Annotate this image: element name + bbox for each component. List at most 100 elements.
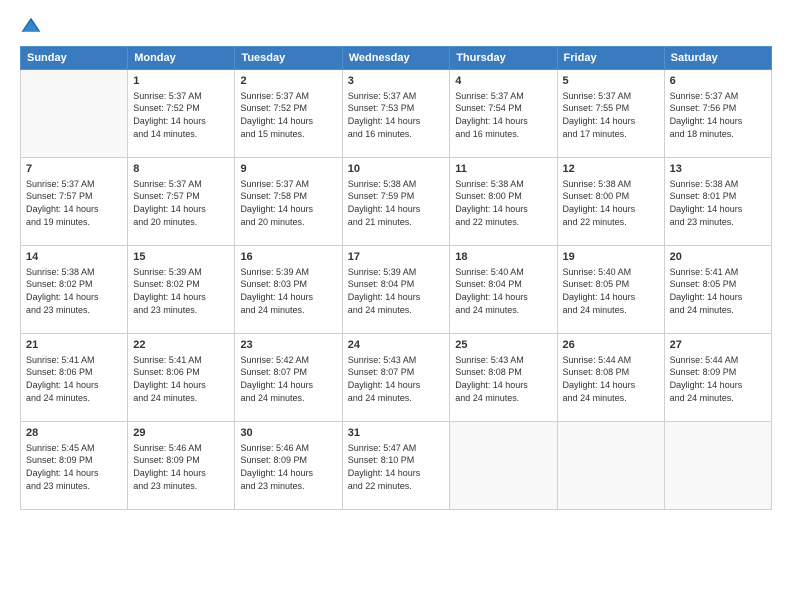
day-info: Sunrise: 5:37 AM Sunset: 7:52 PM Dayligh…: [240, 90, 336, 140]
weekday-header-row: SundayMondayTuesdayWednesdayThursdayFrid…: [21, 47, 772, 70]
day-info: Sunrise: 5:40 AM Sunset: 8:04 PM Dayligh…: [455, 266, 551, 316]
calendar-body: 1Sunrise: 5:37 AM Sunset: 7:52 PM Daylig…: [21, 70, 772, 510]
weekday-header-saturday: Saturday: [664, 47, 771, 70]
day-number: 5: [563, 74, 659, 89]
day-number: 10: [348, 162, 445, 177]
day-info: Sunrise: 5:39 AM Sunset: 8:03 PM Dayligh…: [240, 266, 336, 316]
day-info: Sunrise: 5:37 AM Sunset: 7:53 PM Dayligh…: [348, 90, 445, 140]
day-info: Sunrise: 5:42 AM Sunset: 8:07 PM Dayligh…: [240, 354, 336, 404]
day-info: Sunrise: 5:44 AM Sunset: 8:08 PM Dayligh…: [563, 354, 659, 404]
day-info: Sunrise: 5:47 AM Sunset: 8:10 PM Dayligh…: [348, 442, 445, 492]
day-number: 2: [240, 74, 336, 89]
header: [20, 16, 772, 38]
day-info: Sunrise: 5:38 AM Sunset: 7:59 PM Dayligh…: [348, 178, 445, 228]
weekday-header-sunday: Sunday: [21, 47, 128, 70]
day-number: 29: [133, 426, 229, 441]
calendar-day-cell: 29Sunrise: 5:46 AM Sunset: 8:09 PM Dayli…: [128, 422, 235, 510]
calendar-day-cell: 31Sunrise: 5:47 AM Sunset: 8:10 PM Dayli…: [342, 422, 450, 510]
day-number: 11: [455, 162, 551, 177]
calendar-week-row: 1Sunrise: 5:37 AM Sunset: 7:52 PM Daylig…: [21, 70, 772, 158]
day-number: 17: [348, 250, 445, 265]
day-info: Sunrise: 5:39 AM Sunset: 8:02 PM Dayligh…: [133, 266, 229, 316]
day-number: 18: [455, 250, 551, 265]
day-number: 31: [348, 426, 445, 441]
calendar-table: SundayMondayTuesdayWednesdayThursdayFrid…: [20, 46, 772, 510]
day-number: 27: [670, 338, 766, 353]
calendar-day-cell: 16Sunrise: 5:39 AM Sunset: 8:03 PM Dayli…: [235, 246, 342, 334]
day-info: Sunrise: 5:43 AM Sunset: 8:08 PM Dayligh…: [455, 354, 551, 404]
calendar-day-cell: 5Sunrise: 5:37 AM Sunset: 7:55 PM Daylig…: [557, 70, 664, 158]
calendar-week-row: 14Sunrise: 5:38 AM Sunset: 8:02 PM Dayli…: [21, 246, 772, 334]
day-number: 16: [240, 250, 336, 265]
weekday-header-monday: Monday: [128, 47, 235, 70]
calendar-day-cell: 10Sunrise: 5:38 AM Sunset: 7:59 PM Dayli…: [342, 158, 450, 246]
day-number: 22: [133, 338, 229, 353]
weekday-header-wednesday: Wednesday: [342, 47, 450, 70]
calendar-day-cell: 6Sunrise: 5:37 AM Sunset: 7:56 PM Daylig…: [664, 70, 771, 158]
day-info: Sunrise: 5:44 AM Sunset: 8:09 PM Dayligh…: [670, 354, 766, 404]
day-info: Sunrise: 5:37 AM Sunset: 7:52 PM Dayligh…: [133, 90, 229, 140]
day-number: 24: [348, 338, 445, 353]
day-number: 12: [563, 162, 659, 177]
calendar-day-cell: 22Sunrise: 5:41 AM Sunset: 8:06 PM Dayli…: [128, 334, 235, 422]
day-number: 21: [26, 338, 122, 353]
calendar-day-cell: 26Sunrise: 5:44 AM Sunset: 8:08 PM Dayli…: [557, 334, 664, 422]
calendar-day-cell: 23Sunrise: 5:42 AM Sunset: 8:07 PM Dayli…: [235, 334, 342, 422]
day-number: 13: [670, 162, 766, 177]
day-info: Sunrise: 5:41 AM Sunset: 8:06 PM Dayligh…: [133, 354, 229, 404]
calendar-day-cell: 7Sunrise: 5:37 AM Sunset: 7:57 PM Daylig…: [21, 158, 128, 246]
weekday-header-friday: Friday: [557, 47, 664, 70]
day-info: Sunrise: 5:41 AM Sunset: 8:05 PM Dayligh…: [670, 266, 766, 316]
calendar-day-cell: 3Sunrise: 5:37 AM Sunset: 7:53 PM Daylig…: [342, 70, 450, 158]
calendar-day-cell: 30Sunrise: 5:46 AM Sunset: 8:09 PM Dayli…: [235, 422, 342, 510]
day-number: 20: [670, 250, 766, 265]
day-info: Sunrise: 5:41 AM Sunset: 8:06 PM Dayligh…: [26, 354, 122, 404]
day-number: 14: [26, 250, 122, 265]
day-info: Sunrise: 5:39 AM Sunset: 8:04 PM Dayligh…: [348, 266, 445, 316]
day-number: 8: [133, 162, 229, 177]
calendar-day-cell: [450, 422, 557, 510]
calendar-day-cell: 15Sunrise: 5:39 AM Sunset: 8:02 PM Dayli…: [128, 246, 235, 334]
calendar-day-cell: 1Sunrise: 5:37 AM Sunset: 7:52 PM Daylig…: [128, 70, 235, 158]
calendar-day-cell: 25Sunrise: 5:43 AM Sunset: 8:08 PM Dayli…: [450, 334, 557, 422]
calendar-day-cell: 14Sunrise: 5:38 AM Sunset: 8:02 PM Dayli…: [21, 246, 128, 334]
weekday-header-tuesday: Tuesday: [235, 47, 342, 70]
calendar-day-cell: 12Sunrise: 5:38 AM Sunset: 8:00 PM Dayli…: [557, 158, 664, 246]
day-number: 23: [240, 338, 336, 353]
calendar-day-cell: 28Sunrise: 5:45 AM Sunset: 8:09 PM Dayli…: [21, 422, 128, 510]
day-info: Sunrise: 5:40 AM Sunset: 8:05 PM Dayligh…: [563, 266, 659, 316]
day-info: Sunrise: 5:37 AM Sunset: 7:58 PM Dayligh…: [240, 178, 336, 228]
day-number: 6: [670, 74, 766, 89]
calendar-day-cell: [557, 422, 664, 510]
day-info: Sunrise: 5:38 AM Sunset: 8:01 PM Dayligh…: [670, 178, 766, 228]
day-number: 7: [26, 162, 122, 177]
day-info: Sunrise: 5:46 AM Sunset: 8:09 PM Dayligh…: [133, 442, 229, 492]
calendar-day-cell: 21Sunrise: 5:41 AM Sunset: 8:06 PM Dayli…: [21, 334, 128, 422]
calendar-day-cell: 24Sunrise: 5:43 AM Sunset: 8:07 PM Dayli…: [342, 334, 450, 422]
calendar-day-cell: 19Sunrise: 5:40 AM Sunset: 8:05 PM Dayli…: [557, 246, 664, 334]
day-number: 4: [455, 74, 551, 89]
day-info: Sunrise: 5:37 AM Sunset: 7:57 PM Dayligh…: [133, 178, 229, 228]
day-info: Sunrise: 5:38 AM Sunset: 8:00 PM Dayligh…: [455, 178, 551, 228]
day-info: Sunrise: 5:38 AM Sunset: 8:00 PM Dayligh…: [563, 178, 659, 228]
calendar-day-cell: 20Sunrise: 5:41 AM Sunset: 8:05 PM Dayli…: [664, 246, 771, 334]
day-info: Sunrise: 5:43 AM Sunset: 8:07 PM Dayligh…: [348, 354, 445, 404]
calendar-day-cell: 8Sunrise: 5:37 AM Sunset: 7:57 PM Daylig…: [128, 158, 235, 246]
calendar-day-cell: 13Sunrise: 5:38 AM Sunset: 8:01 PM Dayli…: [664, 158, 771, 246]
calendar-week-row: 21Sunrise: 5:41 AM Sunset: 8:06 PM Dayli…: [21, 334, 772, 422]
calendar-day-cell: [664, 422, 771, 510]
page: SundayMondayTuesdayWednesdayThursdayFrid…: [0, 0, 792, 612]
calendar-day-cell: 17Sunrise: 5:39 AM Sunset: 8:04 PM Dayli…: [342, 246, 450, 334]
day-info: Sunrise: 5:37 AM Sunset: 7:54 PM Dayligh…: [455, 90, 551, 140]
day-number: 25: [455, 338, 551, 353]
day-number: 9: [240, 162, 336, 177]
calendar-day-cell: 9Sunrise: 5:37 AM Sunset: 7:58 PM Daylig…: [235, 158, 342, 246]
calendar-day-cell: 4Sunrise: 5:37 AM Sunset: 7:54 PM Daylig…: [450, 70, 557, 158]
day-info: Sunrise: 5:46 AM Sunset: 8:09 PM Dayligh…: [240, 442, 336, 492]
day-info: Sunrise: 5:37 AM Sunset: 7:57 PM Dayligh…: [26, 178, 122, 228]
weekday-header-thursday: Thursday: [450, 47, 557, 70]
calendar-header: SundayMondayTuesdayWednesdayThursdayFrid…: [21, 47, 772, 70]
day-number: 30: [240, 426, 336, 441]
day-info: Sunrise: 5:37 AM Sunset: 7:56 PM Dayligh…: [670, 90, 766, 140]
day-info: Sunrise: 5:38 AM Sunset: 8:02 PM Dayligh…: [26, 266, 122, 316]
